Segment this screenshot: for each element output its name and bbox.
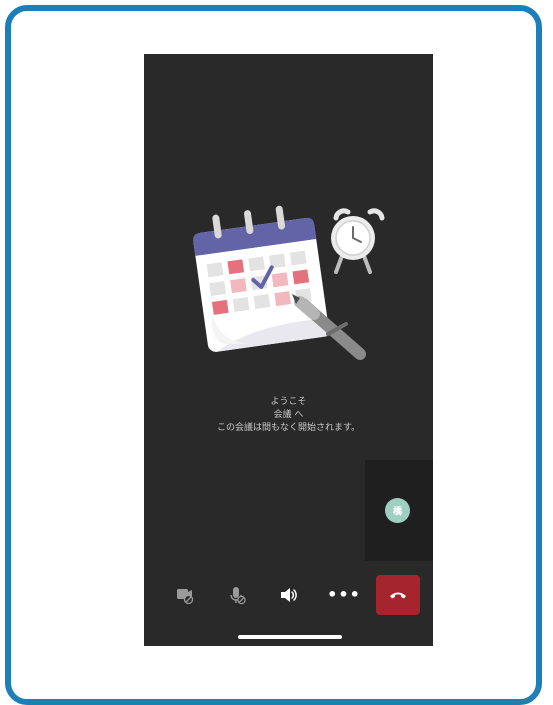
meeting-name-line: 会議 へ [273,410,304,420]
calendar-clock-illustration [193,205,385,360]
calendar-icon [193,205,330,352]
welcome-line-1: ようこそ [270,397,307,407]
more-options-button[interactable]: ••• [324,575,364,615]
home-indicator[interactable] [238,635,342,639]
camera-toggle-button[interactable] [164,575,204,615]
participant-avatar: 橋 [385,498,410,523]
mic-off-icon [230,587,246,605]
speaker-button[interactable] [268,575,308,615]
more-options-icon: ••• [327,585,361,604]
self-video-tile[interactable]: 橋 [365,460,433,561]
alarm-clock-icon [331,208,385,274]
meeting-lobby-screen: ようこそ 会議 へ この会議は間もなく開始されます。 橋 ••• [144,54,433,646]
end-call-button[interactable] [376,575,420,615]
welcome-message: ようこそ 会議 へ この会議は間もなく開始されます。 [144,396,433,435]
call-controls-toolbar: ••• [144,570,433,618]
meeting-starting-soon-text: この会議は間もなく開始されます。 [216,423,361,433]
hang-up-icon [390,592,406,599]
speaker-icon [281,588,297,602]
camera-off-icon [177,589,194,605]
mic-toggle-button[interactable] [217,575,257,615]
